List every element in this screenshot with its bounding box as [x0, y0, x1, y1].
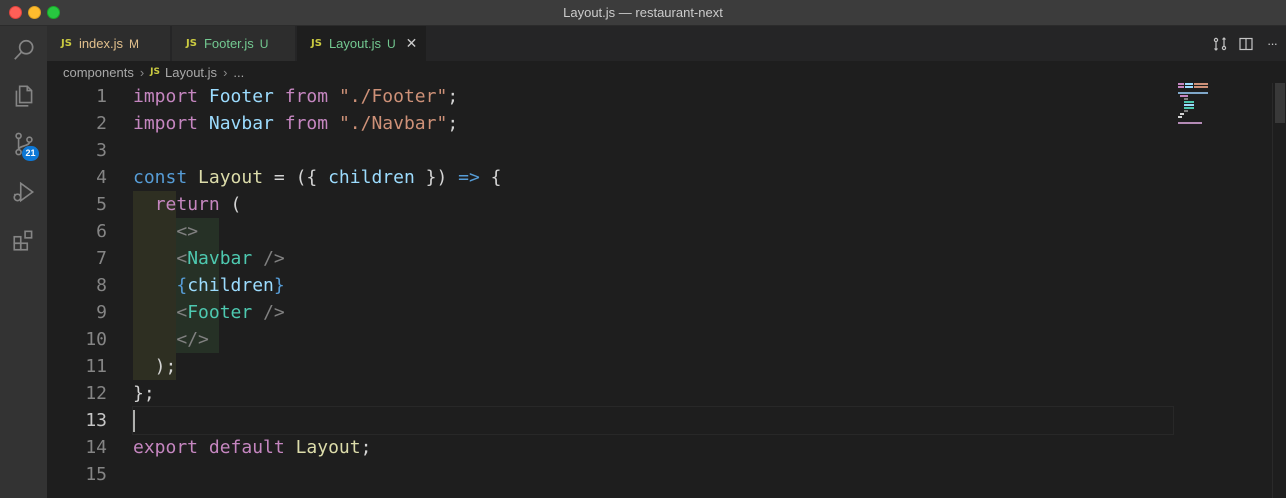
tab-layout-js[interactable]: JS Layout.js U ✕ [297, 26, 427, 61]
line-number: 4 [96, 167, 107, 188]
js-file-icon: JS [61, 38, 72, 49]
code-line: return ( [154, 194, 242, 215]
line-number: 8 [96, 275, 107, 296]
code-line: import Footer from "./Footer"; [133, 86, 459, 107]
line-number: 14 [85, 437, 107, 458]
open-changes-button[interactable] [1208, 32, 1232, 56]
line-number: 3 [96, 140, 107, 161]
line-number: 6 [96, 221, 107, 242]
line-number: 5 [96, 194, 107, 215]
line-number: 1 [96, 86, 107, 107]
code-area[interactable]: import Footer from "./Footer"; import Na… [132, 83, 1174, 488]
chevron-right-icon: › [223, 64, 228, 80]
activity-search[interactable] [0, 26, 47, 74]
line-number-gutter: 1 2 3 4 5 6 7 8 9 10 11 12 13 14 15 [47, 83, 117, 488]
tab-git-status: M [129, 36, 140, 51]
code-line-current [132, 406, 1174, 435]
code-line: const Layout = ({ children }) => { [133, 167, 502, 188]
source-control-badge: 21 [22, 146, 39, 161]
more-icon: ··· [1267, 36, 1278, 51]
explorer-icon [15, 85, 32, 107]
code-line: }; [133, 383, 155, 404]
line-number: 11 [85, 356, 107, 377]
tab-git-status: U [386, 36, 396, 51]
breadcrumb-symbol[interactable]: ... [233, 65, 244, 80]
tab-label: Layout.js [328, 36, 381, 51]
js-file-icon: JS [150, 67, 161, 77]
code-line: ); [133, 356, 177, 377]
close-tab-icon[interactable]: ✕ [406, 35, 418, 52]
tab-index-js[interactable]: JS index.js M [47, 26, 171, 61]
code-line: </> [176, 329, 209, 350]
split-editor-icon [1239, 37, 1253, 50]
tab-git-status: U [259, 36, 269, 51]
activity-run-debug[interactable] [0, 168, 47, 216]
chevron-right-icon: › [139, 64, 145, 80]
search-icon [13, 39, 34, 60]
code-editor[interactable]: 1 2 3 4 5 6 7 8 9 10 11 12 13 14 15 impo… [47, 83, 1286, 498]
breadcrumb: components › JS Layout.js › ... [47, 61, 1286, 83]
line-number: 10 [85, 329, 107, 350]
code-line: {children} [176, 275, 285, 296]
line-number: 12 [85, 383, 107, 404]
line-number: 7 [96, 248, 107, 269]
activity-bar: 21 [0, 26, 47, 498]
code-line: import Navbar from "./Navbar"; [133, 113, 459, 134]
minimap[interactable] [1172, 83, 1272, 498]
activity-source-control[interactable]: 21 [0, 120, 47, 168]
code-line: <Navbar /> [176, 248, 285, 269]
line-number-active: 13 [85, 410, 107, 431]
line-number: 15 [85, 464, 107, 485]
run-debug-icon [12, 181, 34, 203]
tab-label: Footer.js [203, 36, 254, 51]
editor-actions: ··· [1208, 26, 1286, 61]
editor-tab-bar: JS index.js M JS Footer.js U JS Layout.j… [47, 26, 1286, 61]
tab-footer-js[interactable]: JS Footer.js U [172, 26, 296, 61]
js-file-icon: JS [311, 38, 322, 49]
breadcrumb-folder[interactable]: components [63, 65, 134, 80]
code-line: <> [176, 221, 199, 242]
activity-explorer[interactable] [0, 72, 47, 120]
extensions-icon [12, 230, 32, 251]
window-title: Layout.js — restaurant-next [563, 5, 723, 20]
activity-extensions[interactable] [0, 216, 47, 264]
code-line: <Footer /> [176, 302, 285, 323]
split-editor-button[interactable] [1234, 32, 1258, 56]
breadcrumb-file[interactable]: Layout.js [165, 65, 217, 80]
line-number: 2 [96, 113, 107, 134]
line-number: 9 [96, 302, 107, 323]
more-actions-button[interactable]: ··· [1260, 32, 1284, 56]
scrollbar-thumb[interactable] [1275, 83, 1285, 123]
tab-label: index.js [78, 36, 124, 51]
js-file-icon: JS [186, 38, 197, 49]
code-line: export default Layout; [133, 437, 372, 458]
title-bar: Layout.js — restaurant-next [0, 0, 1286, 26]
compare-changes-icon [1213, 36, 1227, 51]
text-cursor [133, 410, 135, 432]
vertical-scrollbar[interactable] [1272, 83, 1286, 498]
